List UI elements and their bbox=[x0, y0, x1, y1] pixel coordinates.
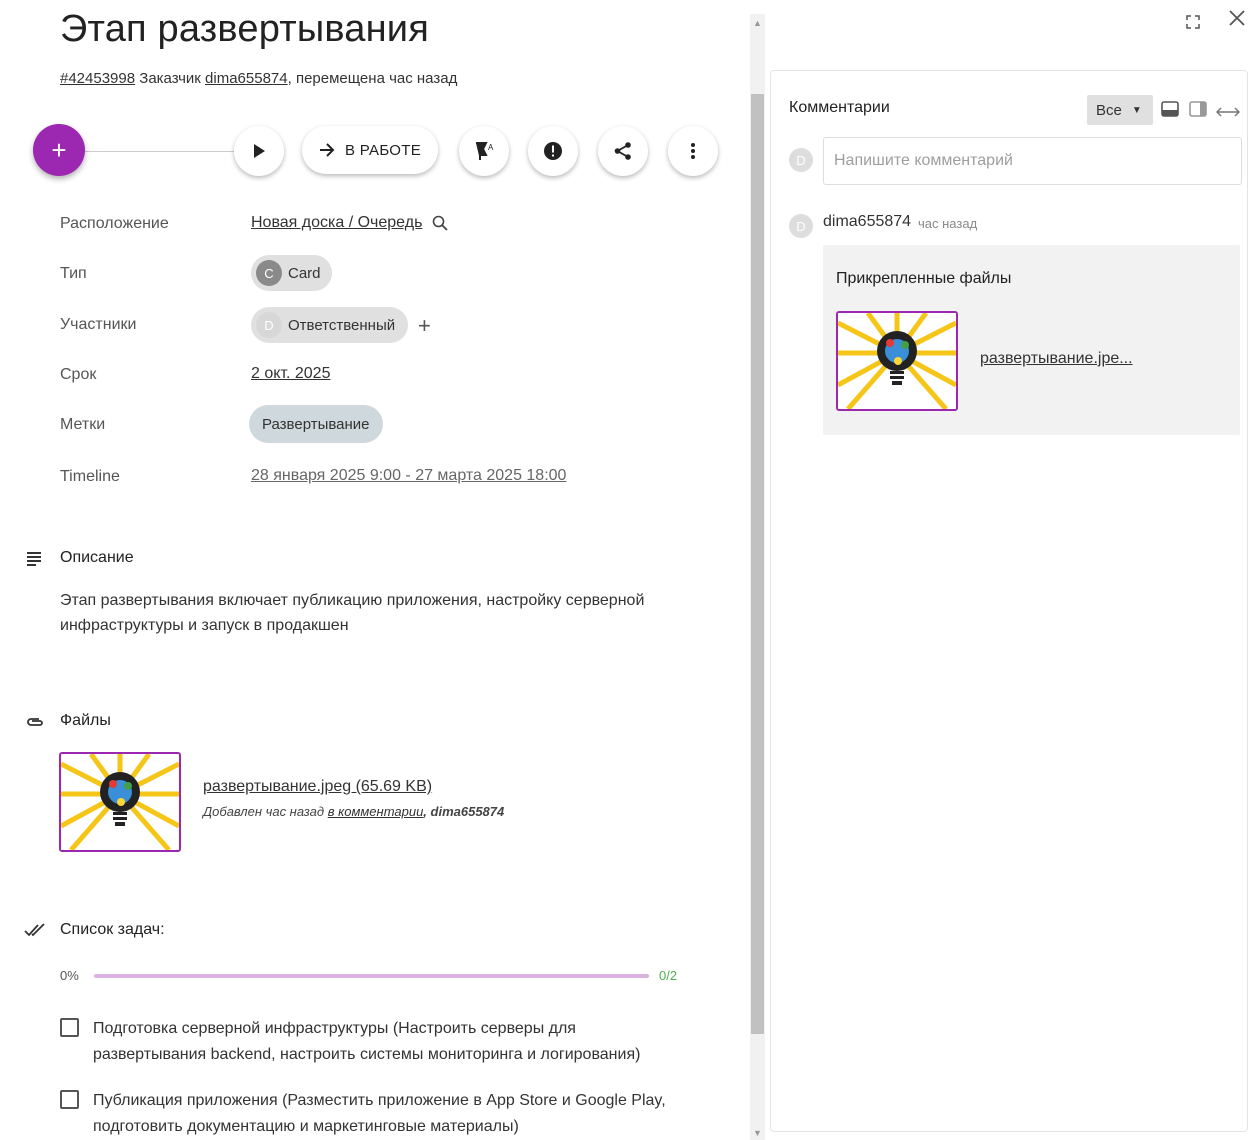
scrollbar-thumb[interactable] bbox=[751, 94, 764, 1034]
attachments-title: Прикрепленные файлы bbox=[836, 270, 1012, 287]
svg-text:A: A bbox=[488, 143, 494, 152]
comment-attachment-link[interactable]: развертывание.jpe... bbox=[980, 350, 1133, 368]
file-name[interactable]: развертывание.jpeg (65.69 KB) bbox=[203, 778, 432, 795]
fullscreen-icon[interactable] bbox=[1186, 12, 1200, 35]
comment-input[interactable] bbox=[823, 137, 1242, 185]
member-chip[interactable]: D Ответственный bbox=[251, 307, 408, 343]
card-id-link[interactable]: #42453998 bbox=[60, 70, 135, 87]
due-label: Срок bbox=[60, 366, 97, 383]
due-date-link[interactable]: 2 окт. 2025 bbox=[251, 365, 330, 382]
subject-icon bbox=[24, 548, 46, 570]
checklist-item-checkbox[interactable] bbox=[60, 1018, 79, 1037]
comment-author-avatar: D bbox=[789, 214, 813, 238]
double-check-icon bbox=[24, 919, 46, 941]
file-thumbnail[interactable] bbox=[59, 752, 181, 852]
file-added-prefix: Добавлен час назад bbox=[203, 804, 325, 819]
search-icon[interactable] bbox=[432, 215, 449, 231]
card-details-panel: Этап развертывания #42453998 Заказчик di… bbox=[0, 0, 748, 1140]
alert-button[interactable] bbox=[528, 126, 578, 176]
more-vert-icon bbox=[691, 143, 695, 159]
location-row: Новая доска / Очередь bbox=[251, 214, 449, 232]
checklist-title: Список задач: bbox=[60, 921, 165, 938]
share-icon bbox=[614, 142, 631, 160]
exclamation-icon bbox=[544, 142, 562, 160]
scroll-up-icon[interactable]: ▲ bbox=[753, 18, 762, 28]
play-button[interactable] bbox=[234, 126, 284, 176]
arrow-right-icon bbox=[319, 143, 335, 157]
description-title: Описание bbox=[60, 549, 134, 566]
close-icon[interactable] bbox=[1228, 9, 1246, 33]
scroll-down-icon[interactable]: ▼ bbox=[753, 1128, 762, 1138]
member-avatar: D bbox=[256, 312, 282, 338]
play-icon bbox=[254, 144, 265, 158]
status-move-button[interactable]: В РАБОТЕ bbox=[302, 126, 438, 174]
view-bottom-icon[interactable] bbox=[1161, 101, 1179, 122]
current-user-avatar: D bbox=[789, 148, 813, 172]
comment-attachment-name[interactable]: развертывание.jpe... bbox=[980, 350, 1133, 367]
tags-label: Метки bbox=[60, 416, 106, 433]
comment-attachment-thumbnail[interactable] bbox=[836, 311, 958, 411]
due-row: 2 окт. 2025 bbox=[251, 365, 330, 383]
comment-author[interactable]: dima655874 bbox=[823, 213, 911, 231]
type-label: Тип bbox=[60, 265, 87, 282]
share-button[interactable] bbox=[598, 126, 648, 176]
file-meta: Добавлен час назад в комментарии, dima65… bbox=[203, 804, 504, 819]
view-side-icon[interactable] bbox=[1189, 101, 1207, 122]
add-member-icon[interactable]: + bbox=[418, 313, 431, 339]
files-title: Файлы bbox=[60, 712, 111, 729]
location-label: Расположение bbox=[60, 215, 169, 232]
checklist-item-checkbox[interactable] bbox=[60, 1090, 79, 1109]
members-label: Участники bbox=[60, 316, 137, 333]
timeline-label: Timeline bbox=[60, 468, 120, 485]
action-connector-line bbox=[84, 151, 234, 152]
tag-chip[interactable]: Развертывание bbox=[249, 405, 383, 443]
comments-title: Комментарии bbox=[789, 99, 890, 116]
plus-icon: + bbox=[51, 134, 67, 165]
comments-filter-value: Все bbox=[1096, 101, 1122, 119]
moved-text: , перемещена час назад bbox=[287, 70, 458, 87]
customer-label: Заказчик bbox=[139, 70, 201, 87]
customer-link[interactable]: dima655874 bbox=[205, 70, 288, 87]
member-value: Ответственный bbox=[288, 316, 396, 334]
comments-filter-select[interactable]: Все ▼ bbox=[1087, 95, 1153, 125]
timeline-link[interactable]: 28 января 2025 9:00 - 27 марта 2025 18:0… bbox=[251, 467, 566, 484]
add-button[interactable]: + bbox=[33, 124, 85, 176]
expand-width-icon[interactable] bbox=[1215, 104, 1241, 122]
checklist-count: 0/2 bbox=[659, 968, 678, 983]
status-label: В РАБОТЕ bbox=[344, 141, 422, 159]
checklist-progress-bar bbox=[94, 974, 649, 978]
type-avatar: C bbox=[256, 260, 282, 286]
caret-down-icon: ▼ bbox=[1131, 104, 1142, 116]
card-title[interactable]: Этап развертывания bbox=[60, 8, 429, 51]
priority-button[interactable]: A bbox=[459, 126, 509, 176]
attachment-icon bbox=[24, 711, 46, 733]
checklist-item-text[interactable]: Публикация приложения (Разместить прилож… bbox=[93, 1088, 693, 1140]
location-link[interactable]: Новая доска / Очередь bbox=[251, 214, 422, 232]
checklist-percent: 0% bbox=[60, 968, 79, 983]
type-chip[interactable]: C Card bbox=[251, 255, 332, 291]
checklist-item-text[interactable]: Подготовка серверной инфраструктуры (Нас… bbox=[93, 1016, 693, 1068]
flag-auto-icon: A bbox=[476, 142, 494, 160]
file-name-link[interactable]: развертывание.jpeg (65.69 KB) bbox=[203, 778, 432, 796]
file-added-by: , dima655874 bbox=[423, 804, 505, 819]
card-subtitle: #42453998 Заказчик dima655874, перемещен… bbox=[60, 70, 457, 87]
timeline-row: 28 января 2025 9:00 - 27 марта 2025 18:0… bbox=[251, 467, 566, 485]
comment-time: час назад bbox=[918, 216, 978, 231]
file-comment-link[interactable]: в комментарии bbox=[328, 804, 424, 819]
more-button[interactable] bbox=[668, 126, 718, 176]
description-text[interactable]: Этап развертывания включает публикацию п… bbox=[60, 588, 700, 638]
type-value: Card bbox=[288, 264, 321, 282]
